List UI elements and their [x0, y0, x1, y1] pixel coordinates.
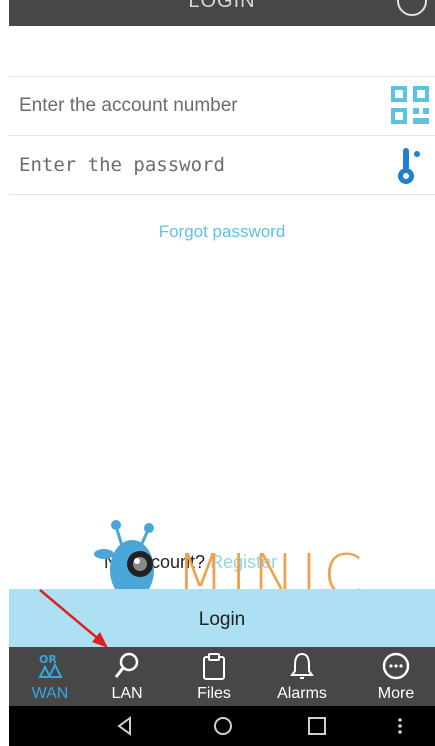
- clipboard-icon: [203, 653, 225, 680]
- back-icon[interactable]: [115, 716, 135, 736]
- system-nav-bar: [9, 706, 435, 746]
- password-input[interactable]: [19, 148, 379, 182]
- nav-label-wan: WAN: [31, 685, 69, 702]
- home-icon[interactable]: [213, 716, 233, 736]
- menu-dots-icon[interactable]: [395, 716, 405, 736]
- nav-item-wan[interactable]: OR WAN: [15, 647, 85, 706]
- search-icon: [114, 652, 139, 678]
- divider: [9, 194, 435, 195]
- bell-icon: [290, 652, 314, 679]
- annotation-arrow-icon: [39, 589, 108, 648]
- divider: [9, 135, 435, 136]
- more-icon: [382, 652, 410, 680]
- nav-label-more: More: [377, 685, 415, 702]
- nav-item-alarms[interactable]: Alarms: [267, 647, 337, 706]
- account-field: [9, 79, 435, 134]
- nav-item-more[interactable]: More: [361, 647, 431, 706]
- divider: [9, 76, 435, 77]
- nav-item-files[interactable]: Files: [179, 647, 249, 706]
- wan-icon: OR: [38, 653, 63, 678]
- nav-label-files: Files: [197, 685, 231, 702]
- account-input[interactable]: [19, 89, 379, 123]
- header-circle-icon[interactable]: [397, 0, 427, 16]
- title-bar: LOGIN: [9, 0, 435, 26]
- password-field: [9, 138, 435, 193]
- qr-code-icon[interactable]: [389, 84, 431, 128]
- recents-icon[interactable]: [307, 716, 327, 736]
- page-title: LOGIN: [188, 0, 256, 12]
- bottom-nav: OR WAN LAN Files Alarms More: [9, 647, 435, 706]
- nav-item-lan[interactable]: LAN: [92, 647, 162, 706]
- forgot-password-link[interactable]: Forgot password: [9, 222, 435, 242]
- nav-label-alarms: Alarms: [277, 685, 327, 702]
- thermometer-icon[interactable]: [395, 144, 425, 188]
- nav-label-lan: LAN: [111, 685, 143, 702]
